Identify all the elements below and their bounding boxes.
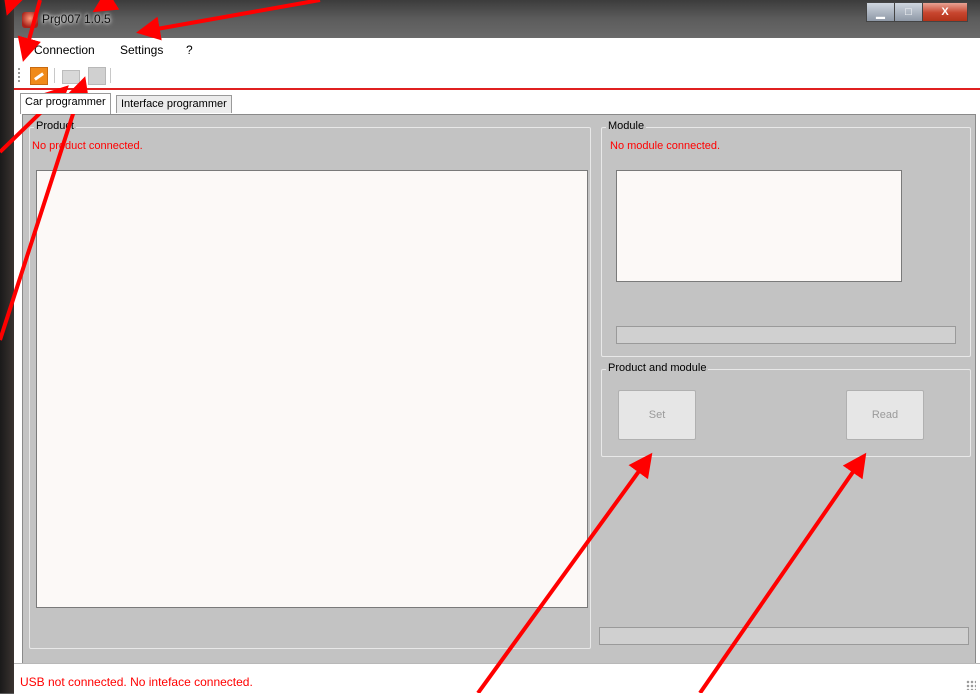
minimize-button[interactable]: ▁ — [866, 2, 895, 22]
module-group: Module No module connected. — [601, 120, 971, 357]
app-window: Prg007 1.0.5 ▁ □ X Connection Settings ?… — [14, 0, 980, 694]
set-button[interactable]: Set — [618, 390, 696, 440]
menu-settings[interactable]: Settings — [120, 43, 163, 57]
module-progress-bar — [616, 326, 956, 344]
resize-grip[interactable] — [966, 680, 976, 690]
title-bar[interactable]: Prg007 1.0.5 ▁ □ X — [14, 0, 980, 39]
product-and-module-group: Product and module Set Read — [601, 362, 971, 457]
toolbar-grip[interactable] — [18, 68, 22, 82]
toolbar — [14, 62, 980, 90]
main-progress-bar — [599, 627, 969, 645]
main-area: Car programmer Interface programmer Prod… — [14, 90, 980, 664]
desktop-background — [0, 0, 14, 693]
status-bar-text: USB not connected. No inteface connected… — [20, 675, 253, 689]
module-list[interactable] — [616, 170, 902, 282]
window-controls: ▁ □ X — [866, 2, 968, 22]
module-status: No module connected. — [610, 140, 721, 152]
module-group-label: Module — [606, 120, 647, 132]
product-group-label: Product — [34, 120, 76, 132]
menu-help[interactable]: ? — [186, 43, 193, 57]
window-title: Prg007 1.0.5 — [42, 12, 111, 26]
status-bar: USB not connected. No inteface connected… — [14, 663, 980, 694]
open-folder-icon[interactable] — [62, 70, 80, 84]
product-list[interactable] — [36, 170, 588, 608]
tab-interface-programmer[interactable]: Interface programmer — [116, 95, 232, 113]
product-group: Product No product connected. — [29, 120, 591, 649]
toolbar-separator — [54, 68, 55, 83]
connect-icon[interactable] — [30, 67, 48, 85]
menu-bar: Connection Settings ? — [14, 38, 980, 62]
product-status: No product connected. — [32, 140, 143, 152]
read-button[interactable]: Read — [846, 390, 924, 440]
menu-connection[interactable]: Connection — [34, 43, 95, 57]
car-programmer-page: Product No product connected. Module No … — [22, 114, 976, 664]
app-icon — [22, 12, 38, 28]
tab-car-programmer[interactable]: Car programmer — [20, 93, 111, 114]
close-button[interactable]: X — [922, 2, 968, 22]
toolbar-separator — [110, 68, 111, 83]
save-icon[interactable] — [88, 67, 106, 85]
maximize-button[interactable]: □ — [894, 2, 923, 22]
product-and-module-label: Product and module — [606, 362, 709, 374]
